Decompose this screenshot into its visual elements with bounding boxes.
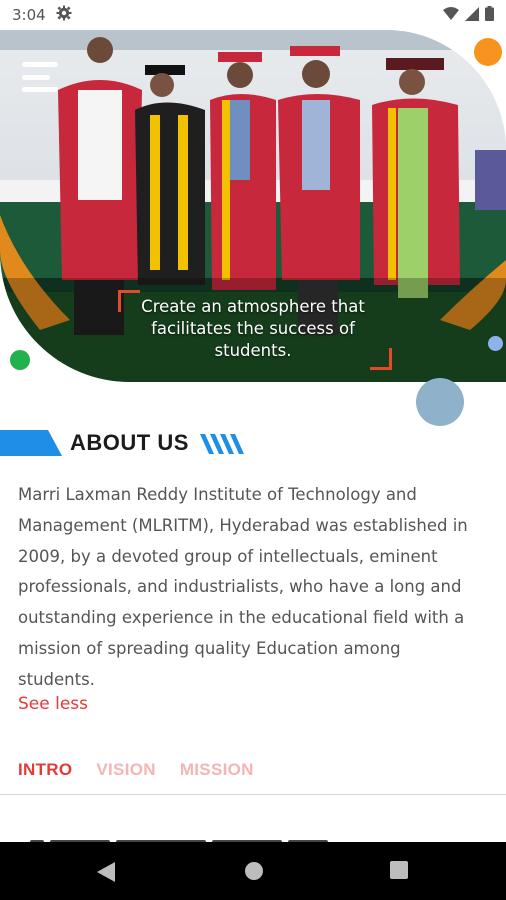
battery-icon: [485, 6, 494, 25]
decor-dot-orange: [474, 38, 502, 66]
wifi-icon: [443, 6, 459, 25]
tabs-divider: [0, 794, 506, 795]
tab-vision[interactable]: VISION: [96, 760, 155, 780]
status-bar: 3:04: [0, 0, 506, 30]
decor-dot-light-blue: [488, 336, 503, 351]
about-title: ABOUT US: [70, 430, 189, 455]
about-heading: ABOUT US: [0, 428, 506, 460]
stripes-icon: [200, 434, 244, 454]
see-less-link[interactable]: See less: [18, 694, 88, 714]
status-icons: [443, 6, 494, 25]
home-circle-icon[interactable]: [243, 860, 265, 882]
about-tabs: INTRO VISION MISSION: [18, 760, 254, 780]
hero-caption-line: facilitates the success of: [151, 319, 355, 338]
hamburger-menu-icon[interactable]: [22, 62, 60, 92]
status-time: 3:04: [12, 6, 46, 24]
gear-icon: [56, 5, 72, 25]
recents-square-icon[interactable]: [389, 860, 409, 880]
decor-dot-steel-blue: [416, 378, 464, 426]
about-line: 2009, by a devoted group of intellectual…: [18, 546, 438, 566]
about-line: Management (MLRITM), Hyderabad was estab…: [18, 515, 468, 535]
tab-intro[interactable]: INTRO: [18, 760, 72, 780]
tab-mission[interactable]: MISSION: [180, 760, 254, 780]
about-description: Marri Laxman Reddy Institute of Technolo…: [18, 480, 496, 696]
about-line: students.: [18, 669, 95, 689]
about-line: mission of spreading quality Education a…: [18, 638, 401, 658]
hero-caption-line: Create an atmosphere that: [141, 297, 365, 316]
back-triangle-icon[interactable]: [95, 860, 117, 884]
about-line: outstanding experience in the educationa…: [18, 608, 465, 628]
hero-caption: Create an atmosphere that facilitates th…: [0, 296, 506, 362]
hero-caption-line: students.: [214, 341, 292, 360]
signal-icon: [465, 6, 479, 25]
system-nav-bar: [0, 842, 506, 900]
decor-dot-green: [10, 350, 30, 370]
about-heading-accent: [0, 430, 62, 456]
about-line: professionals, and industrialists, who h…: [18, 577, 462, 597]
about-line: Marri Laxman Reddy Institute of Technolo…: [18, 485, 417, 504]
